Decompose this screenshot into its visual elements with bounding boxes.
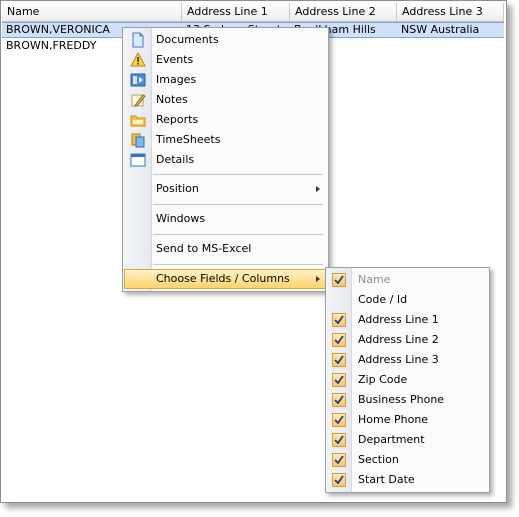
menu-separator: [153, 174, 323, 175]
field-item-label: Zip Code: [358, 373, 408, 386]
field-item[interactable]: Address Line 1: [327, 310, 488, 330]
submenu-arrow-icon: [316, 276, 320, 282]
field-item[interactable]: Section: [327, 450, 488, 470]
menu-item-label: Send to MS-Excel: [156, 242, 252, 255]
menu-item-label: Details: [156, 153, 195, 166]
folder-icon: [130, 112, 146, 128]
checkmark-icon: [332, 473, 346, 487]
menu-item-images[interactable]: Images: [124, 70, 327, 90]
column-header-name[interactable]: Name: [2, 3, 182, 21]
checkmark-icon: [332, 373, 346, 387]
field-item[interactable]: Zip Code: [327, 370, 488, 390]
note-icon: [130, 92, 146, 108]
grid-header: Name Address Line 1 Address Line 2 Addre…: [2, 3, 504, 22]
field-item[interactable]: Business Phone: [327, 390, 488, 410]
menu-item-send-to-excel[interactable]: Send to MS-Excel: [124, 239, 327, 259]
checkmark-icon: [332, 433, 346, 447]
field-item-label: Code / Id: [358, 293, 408, 306]
column-header-address-line-2[interactable]: Address Line 2: [290, 3, 397, 21]
menu-item-label: Position: [156, 182, 199, 195]
checkmark-icon: [332, 273, 346, 287]
menu-item-notes[interactable]: Notes: [124, 90, 327, 110]
menu-item-documents[interactable]: Documents: [124, 30, 327, 50]
checkmark-icon: [332, 353, 346, 367]
field-item-label: Home Phone: [358, 413, 429, 426]
field-item-label: Address Line 3: [358, 353, 439, 366]
checkmark-icon: [332, 313, 346, 327]
field-item-label: Department: [358, 433, 425, 446]
window-icon: [130, 152, 146, 168]
checkmark-icon: [332, 333, 346, 347]
menu-item-label: Reports: [156, 113, 199, 126]
context-menu: Documents Events Images Notes Reports Ti…: [122, 27, 329, 292]
warning-icon: [130, 51, 146, 68]
clipboard-icon: [130, 132, 146, 148]
field-item[interactable]: Department: [327, 430, 488, 450]
field-item-label: Business Phone: [358, 393, 445, 406]
field-item-label: Address Line 2: [358, 333, 439, 346]
checkmark-icon: [332, 413, 346, 427]
menu-item-label: Notes: [156, 93, 188, 106]
menu-item-label: Documents: [156, 33, 219, 46]
field-item[interactable]: Address Line 2: [327, 330, 488, 350]
menu-item-details[interactable]: Details: [124, 150, 327, 170]
column-header-address-line-3[interactable]: Address Line 3: [397, 3, 504, 21]
menu-item-timesheets[interactable]: TimeSheets: [124, 130, 327, 150]
menu-separator: [153, 234, 323, 235]
menu-item-reports[interactable]: Reports: [124, 110, 327, 130]
menu-item-events[interactable]: Events: [124, 50, 327, 70]
menu-item-label: TimeSheets: [156, 133, 221, 146]
field-item-label: Name: [358, 273, 391, 286]
menu-separator: [153, 204, 323, 205]
menu-item-label: Windows: [156, 212, 206, 225]
field-item[interactable]: Address Line 3: [327, 350, 488, 370]
menu-item-position[interactable]: Position: [124, 179, 327, 199]
column-header-address-line-1[interactable]: Address Line 1: [182, 3, 290, 21]
field-item: Name: [327, 270, 488, 290]
field-item[interactable]: Start Date: [327, 470, 488, 490]
field-item[interactable]: Home Phone: [327, 410, 488, 430]
row-address-line-3: NSW Australia: [401, 23, 480, 36]
field-item-label: Address Line 1: [358, 313, 439, 326]
field-item-label: Section: [358, 453, 399, 466]
field-item-label: Start Date: [358, 473, 415, 486]
checkmark-icon: [332, 393, 346, 407]
menu-item-windows[interactable]: Windows: [124, 209, 327, 229]
menu-separator: [153, 264, 323, 265]
menu-item-label: Choose Fields / Columns: [156, 272, 290, 285]
submenu-arrow-icon: [316, 186, 320, 192]
field-item[interactable]: Code / Id: [327, 290, 488, 310]
menu-item-label: Events: [156, 53, 194, 66]
image-icon: [130, 72, 146, 88]
menu-item-choose-fields[interactable]: Choose Fields / Columns: [124, 269, 327, 289]
fields-submenu: Name Code / Id Address Line 1 Address Line …: [325, 267, 490, 493]
menu-item-label: Images: [156, 73, 197, 86]
document-icon: [130, 32, 146, 48]
checkmark-icon: [332, 453, 346, 467]
